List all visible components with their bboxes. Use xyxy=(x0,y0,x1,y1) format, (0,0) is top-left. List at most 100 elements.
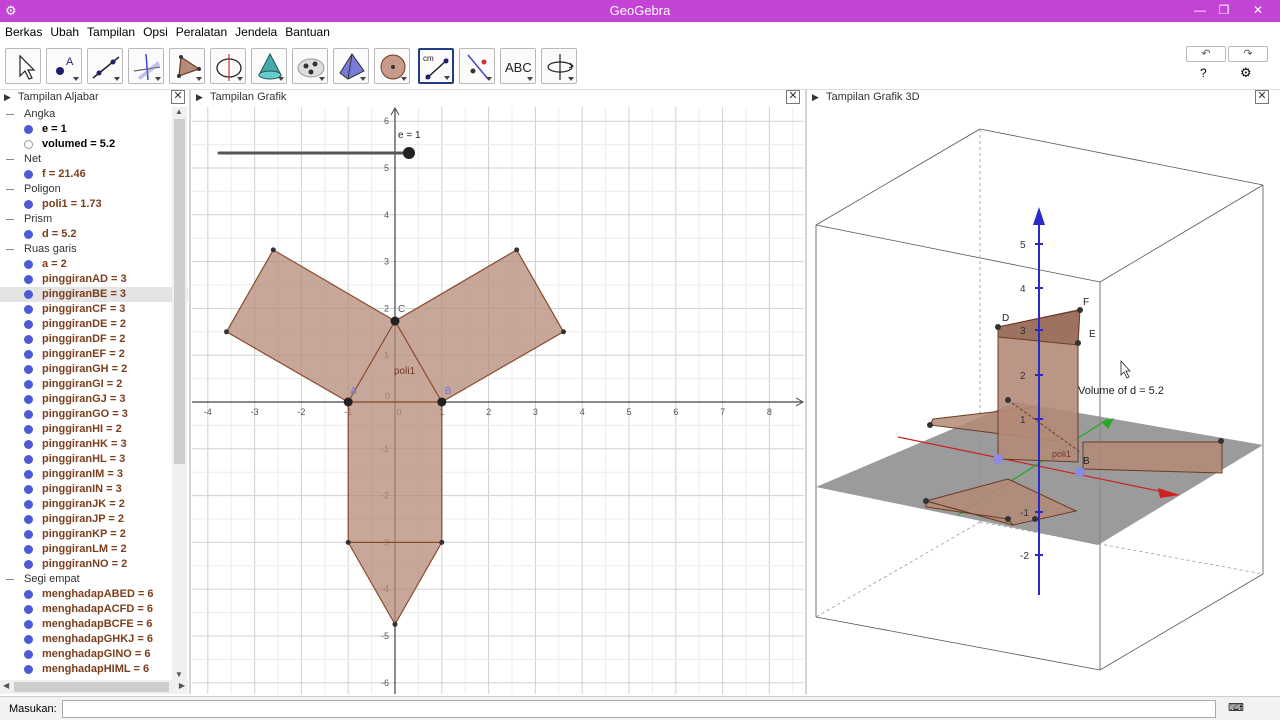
scrollbar-thumb[interactable] xyxy=(174,119,185,464)
algebra-object[interactable]: menghadapHIML = 6 xyxy=(0,662,188,677)
object-value[interactable]: pinggiranAD = 3 xyxy=(42,273,127,285)
move-tool-button[interactable] xyxy=(5,48,41,84)
net-vertex[interactable] xyxy=(345,539,351,545)
input-field[interactable] xyxy=(62,700,1216,718)
algebra-object[interactable]: d = 5.2 xyxy=(0,227,188,242)
object-value[interactable]: pinggiranBE = 3 xyxy=(42,288,126,300)
object-value[interactable]: menghadapBCFE = 6 xyxy=(42,618,152,630)
object-value[interactable]: pinggiranGJ = 3 xyxy=(42,393,125,405)
object-value[interactable]: menghadapHIML = 6 xyxy=(42,663,149,675)
close-graphics3d-view-icon[interactable]: ✕ xyxy=(1255,90,1269,104)
solid-vertex[interactable] xyxy=(927,422,933,428)
algebra-vertical-scrollbar[interactable]: ▲ ▼ xyxy=(172,107,187,680)
visibility-toggle-icon[interactable] xyxy=(24,425,33,434)
algebra-object[interactable]: pinggiranJP = 2 xyxy=(0,512,188,527)
visibility-toggle-icon[interactable] xyxy=(24,290,33,299)
visibility-toggle-icon[interactable] xyxy=(24,485,33,494)
object-value[interactable]: pinggiranJK = 2 xyxy=(42,498,125,510)
panel-divider[interactable] xyxy=(805,90,807,694)
algebra-horizontal-scrollbar[interactable]: ◀ ▶ xyxy=(0,680,188,694)
object-value[interactable]: menghadapABED = 6 xyxy=(42,588,154,600)
visibility-toggle-icon[interactable] xyxy=(24,200,33,209)
collapse-arrow-icon[interactable]: ▶ xyxy=(196,92,203,103)
visibility-toggle-icon[interactable] xyxy=(24,515,33,524)
tree-collapse-icon[interactable] xyxy=(6,189,14,190)
net-vertex[interactable] xyxy=(514,247,520,253)
object-value[interactable]: pinggiranGH = 2 xyxy=(42,363,127,375)
visibility-toggle-icon[interactable] xyxy=(24,620,33,629)
solid-vertex[interactable] xyxy=(1005,516,1011,522)
visibility-toggle-icon[interactable] xyxy=(24,395,33,404)
tree-collapse-icon[interactable] xyxy=(6,579,14,580)
cone-tool-button[interactable] xyxy=(251,48,287,84)
algebra-object[interactable]: pinggiranIM = 3 xyxy=(0,467,188,482)
object-value[interactable]: pinggiranGO = 3 xyxy=(42,408,128,420)
object-value[interactable]: a = 2 xyxy=(42,258,67,270)
pyramid-tool-button[interactable] xyxy=(333,48,369,84)
algebra-object[interactable]: pinggiranGI = 2 xyxy=(0,377,188,392)
algebra-object[interactable]: pinggiranGH = 2 xyxy=(0,362,188,377)
visibility-toggle-icon[interactable] xyxy=(24,500,33,509)
free-point[interactable] xyxy=(343,397,353,407)
visibility-toggle-icon[interactable] xyxy=(24,320,33,329)
algebra-object[interactable]: pinggiranIN = 3 xyxy=(0,482,188,497)
algebra-object[interactable]: pinggiranGO = 3 xyxy=(0,407,188,422)
free-point[interactable] xyxy=(390,316,400,326)
object-value[interactable]: menghadapGHKJ = 6 xyxy=(42,633,153,645)
visibility-toggle-icon[interactable] xyxy=(24,590,33,599)
visibility-toggle-icon[interactable] xyxy=(24,605,33,614)
visibility-toggle-icon[interactable] xyxy=(24,380,33,389)
visibility-toggle-icon[interactable] xyxy=(24,410,33,419)
algebra-category[interactable]: Poligon xyxy=(0,182,188,197)
object-value[interactable]: pinggiranCF = 3 xyxy=(42,303,125,315)
object-value[interactable]: pinggiranJP = 2 xyxy=(42,513,124,525)
object-value[interactable]: volumed = 5.2 xyxy=(42,138,115,150)
algebra-object[interactable]: menghadapACFD = 6 xyxy=(0,602,188,617)
circle-tool-button[interactable] xyxy=(210,48,246,84)
collapse-arrow-icon[interactable]: ▶ xyxy=(4,92,11,103)
algebra-object[interactable]: pinggiranCF = 3 xyxy=(0,302,188,317)
polygon-tool-button[interactable] xyxy=(169,48,205,84)
tree-collapse-icon[interactable] xyxy=(6,159,14,160)
net-vertex[interactable] xyxy=(439,539,445,545)
algebra-category[interactable]: Ruas garis xyxy=(0,242,188,257)
visibility-toggle-icon[interactable] xyxy=(24,665,33,674)
perpendicular-tool-button[interactable] xyxy=(128,48,164,84)
tree-collapse-icon[interactable] xyxy=(6,114,14,115)
algebra-object[interactable]: menghadapABED = 6 xyxy=(0,587,188,602)
algebra-object[interactable]: volumed = 5.2 xyxy=(0,137,188,152)
graphics-view[interactable]: -4-3-2-1012345678654321-1-2-3-4-5-60ABCp… xyxy=(192,107,804,694)
object-value[interactable]: f = 21.46 xyxy=(42,168,86,180)
object-value[interactable]: pinggiranKP = 2 xyxy=(42,528,126,540)
algebra-object[interactable]: pinggiranBE = 3 xyxy=(0,287,188,302)
object-value[interactable]: menghadapGINO = 6 xyxy=(42,648,151,660)
object-value[interactable]: pinggiranHI = 2 xyxy=(42,423,122,435)
visibility-toggle-icon[interactable] xyxy=(24,545,33,554)
scrollbar-thumb[interactable] xyxy=(14,682,169,692)
menu-ubah[interactable]: Ubah xyxy=(45,22,82,39)
solid-vertex[interactable] xyxy=(1032,516,1038,522)
visibility-toggle-icon[interactable] xyxy=(24,335,33,344)
visibility-toggle-icon[interactable] xyxy=(24,365,33,374)
graphics3d-view[interactable]: 5 4 3 2 1 -1 -2 D E F Bpoli1 Volume of d = 5.2 xyxy=(808,107,1280,694)
visibility-toggle-icon[interactable] xyxy=(24,140,33,149)
algebra-object[interactable]: e = 1 xyxy=(0,122,188,137)
free-point[interactable] xyxy=(437,397,447,407)
solid-vertex[interactable] xyxy=(923,498,929,504)
algebra-object[interactable]: pinggiranHI = 2 xyxy=(0,422,188,437)
object-value[interactable]: e = 1 xyxy=(42,123,67,135)
net-vertex[interactable] xyxy=(392,621,398,627)
menu-jendela[interactable]: Jendela xyxy=(230,22,280,39)
point-tool-button[interactable]: A xyxy=(46,48,82,84)
menu-opsi[interactable]: Opsi xyxy=(138,22,171,39)
solid-vertex[interactable] xyxy=(995,324,1001,330)
sphere-tool-button[interactable] xyxy=(374,48,410,84)
algebra-object[interactable]: pinggiranAD = 3 xyxy=(0,272,188,287)
algebra-category[interactable]: Angka xyxy=(0,107,188,122)
visibility-toggle-icon[interactable] xyxy=(24,455,33,464)
panel-divider[interactable] xyxy=(189,90,191,694)
visibility-toggle-icon[interactable] xyxy=(24,440,33,449)
graphics-canvas[interactable]: -4-3-2-1012345678654321-1-2-3-4-5-60ABCp… xyxy=(192,107,804,694)
close-algebra-view-icon[interactable]: ✕ xyxy=(171,90,185,104)
algebra-category[interactable]: Prism xyxy=(0,212,188,227)
